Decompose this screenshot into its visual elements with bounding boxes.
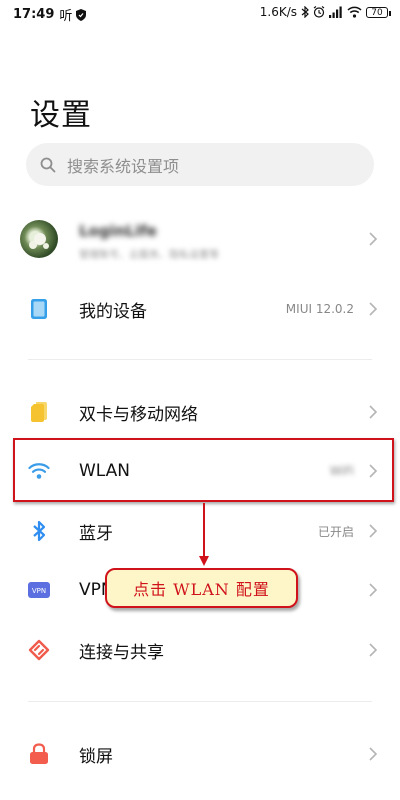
status-bar: 17:49 听 1.6K/s 70 xyxy=(0,0,400,26)
battery-indicator: 70 xyxy=(366,6,391,18)
lock-screen-label: 锁屏 xyxy=(79,746,113,767)
status-left: 17:49 听 xyxy=(13,5,87,24)
page-title: 设置 xyxy=(30,98,92,133)
connection-sharing-row[interactable]: 连接与共享 xyxy=(0,622,400,678)
lock-icon xyxy=(28,743,50,765)
my-device-row[interactable]: 我的设备 MIUI 12.0.2 xyxy=(0,281,400,337)
sim-network-row[interactable]: 双卡与移动网络 xyxy=(0,384,400,440)
account-name: LoginLife xyxy=(79,222,157,240)
device-icon xyxy=(28,298,50,320)
search-icon xyxy=(40,157,56,173)
shield-icon xyxy=(76,8,87,21)
chevron-right-icon xyxy=(369,583,378,597)
chevron-right-icon xyxy=(369,747,378,761)
network-speed: 1.6K/s xyxy=(259,5,297,19)
listen-app-icon: 听 xyxy=(59,9,73,24)
search-input[interactable]: 搜索系统设置项 xyxy=(26,143,374,186)
signal-icon xyxy=(329,6,342,18)
connection-share-icon xyxy=(28,639,50,661)
status-time: 17:49 xyxy=(13,7,55,22)
alarm-icon xyxy=(313,6,325,18)
status-right: 1.6K/s 70 xyxy=(256,5,391,19)
sim-card-icon xyxy=(28,401,50,423)
vpn-icon: VPN xyxy=(28,579,50,601)
svg-text:VPN: VPN xyxy=(32,587,46,595)
bluetooth-icon xyxy=(301,6,309,18)
chevron-right-icon xyxy=(369,405,378,419)
divider xyxy=(28,359,372,360)
chevron-right-icon xyxy=(369,302,378,316)
bluetooth-icon xyxy=(28,520,50,542)
annotation-callout-text: 点击 WLAN 配置 xyxy=(133,580,270,599)
my-device-value: MIUI 12.0.2 xyxy=(285,302,354,316)
wlan-highlight-box xyxy=(13,438,394,502)
chevron-right-icon xyxy=(369,232,378,246)
bluetooth-status: 已开启 xyxy=(317,524,354,539)
chevron-right-icon xyxy=(369,524,378,538)
bluetooth-row[interactable]: 蓝牙 已开启 xyxy=(0,503,400,559)
bluetooth-label: 蓝牙 xyxy=(79,523,113,544)
lock-screen-row[interactable]: 锁屏 xyxy=(0,726,400,782)
my-device-label: 我的设备 xyxy=(79,301,147,322)
search-placeholder: 搜索系统设置项 xyxy=(67,156,180,176)
wifi-icon xyxy=(347,6,362,18)
divider xyxy=(28,701,372,702)
avatar xyxy=(20,220,58,258)
sim-network-label: 双卡与移动网络 xyxy=(79,404,198,425)
connection-sharing-label: 连接与共享 xyxy=(79,642,164,663)
annotation-callout: 点击 WLAN 配置 xyxy=(105,568,298,608)
chevron-right-icon xyxy=(369,643,378,657)
account-subtitle: 管理账号、云服务、隐私设置等 xyxy=(79,250,219,261)
